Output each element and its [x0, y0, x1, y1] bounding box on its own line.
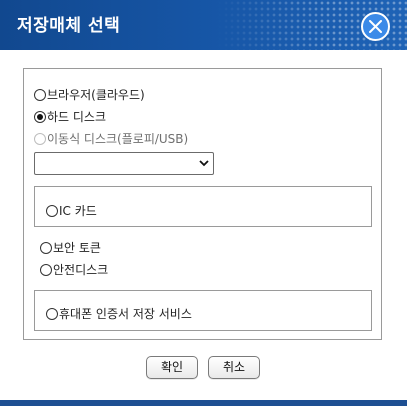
storage-options-panel: 브라우저(클라우드) 하드 디스크 이동식 디스크(플로피/USB) IC 카드…	[23, 68, 382, 340]
radio-mobile-service[interactable]	[46, 307, 58, 320]
label-browser: 브라우저(클라우드)	[47, 88, 145, 102]
radio-removable	[34, 132, 46, 145]
chevron-down-icon	[199, 160, 209, 167]
option-harddisk[interactable]: 하드 디스크	[34, 108, 106, 125]
drive-select[interactable]	[34, 152, 214, 175]
bottom-border	[0, 400, 407, 406]
label-removable: 이동식 디스크(플로피/USB)	[47, 132, 189, 146]
close-button[interactable]	[361, 12, 390, 41]
option-security-token[interactable]: 보안 토큰	[40, 239, 101, 256]
radio-ic-card[interactable]	[46, 204, 58, 217]
label-security-token: 보안 토큰	[53, 241, 101, 255]
radio-safe-disk[interactable]	[40, 263, 52, 276]
cancel-button[interactable]: 취소	[208, 356, 260, 379]
radio-harddisk[interactable]	[34, 110, 46, 123]
option-ic-card[interactable]: IC 카드	[46, 202, 97, 219]
option-safe-disk[interactable]: 안전디스크	[40, 261, 108, 278]
title-bar: 저장매체 선택	[0, 0, 407, 50]
option-browser[interactable]: 브라우저(클라우드)	[34, 86, 145, 103]
option-removable: 이동식 디스크(플로피/USB)	[34, 130, 188, 147]
mobile-service-box: 휴대폰 인증서 저장 서비스	[34, 290, 372, 331]
label-ic-card: IC 카드	[59, 204, 97, 218]
ok-button[interactable]: 확인	[146, 356, 198, 379]
storage-select-dialog: 저장매체 선택 브라우저(클라우드) 하드 디스크 이동식 디스크(플로피/US…	[0, 0, 407, 406]
label-harddisk: 하드 디스크	[47, 110, 107, 124]
dialog-title: 저장매체 선택	[17, 16, 121, 36]
label-safe-disk: 안전디스크	[53, 263, 109, 277]
ic-card-box: IC 카드	[34, 186, 372, 227]
option-mobile-service[interactable]: 휴대폰 인증서 저장 서비스	[46, 305, 192, 322]
radio-security-token[interactable]	[40, 241, 52, 254]
radio-browser[interactable]	[34, 88, 46, 101]
label-mobile-service: 휴대폰 인증서 저장 서비스	[59, 307, 192, 321]
close-icon	[369, 20, 382, 33]
